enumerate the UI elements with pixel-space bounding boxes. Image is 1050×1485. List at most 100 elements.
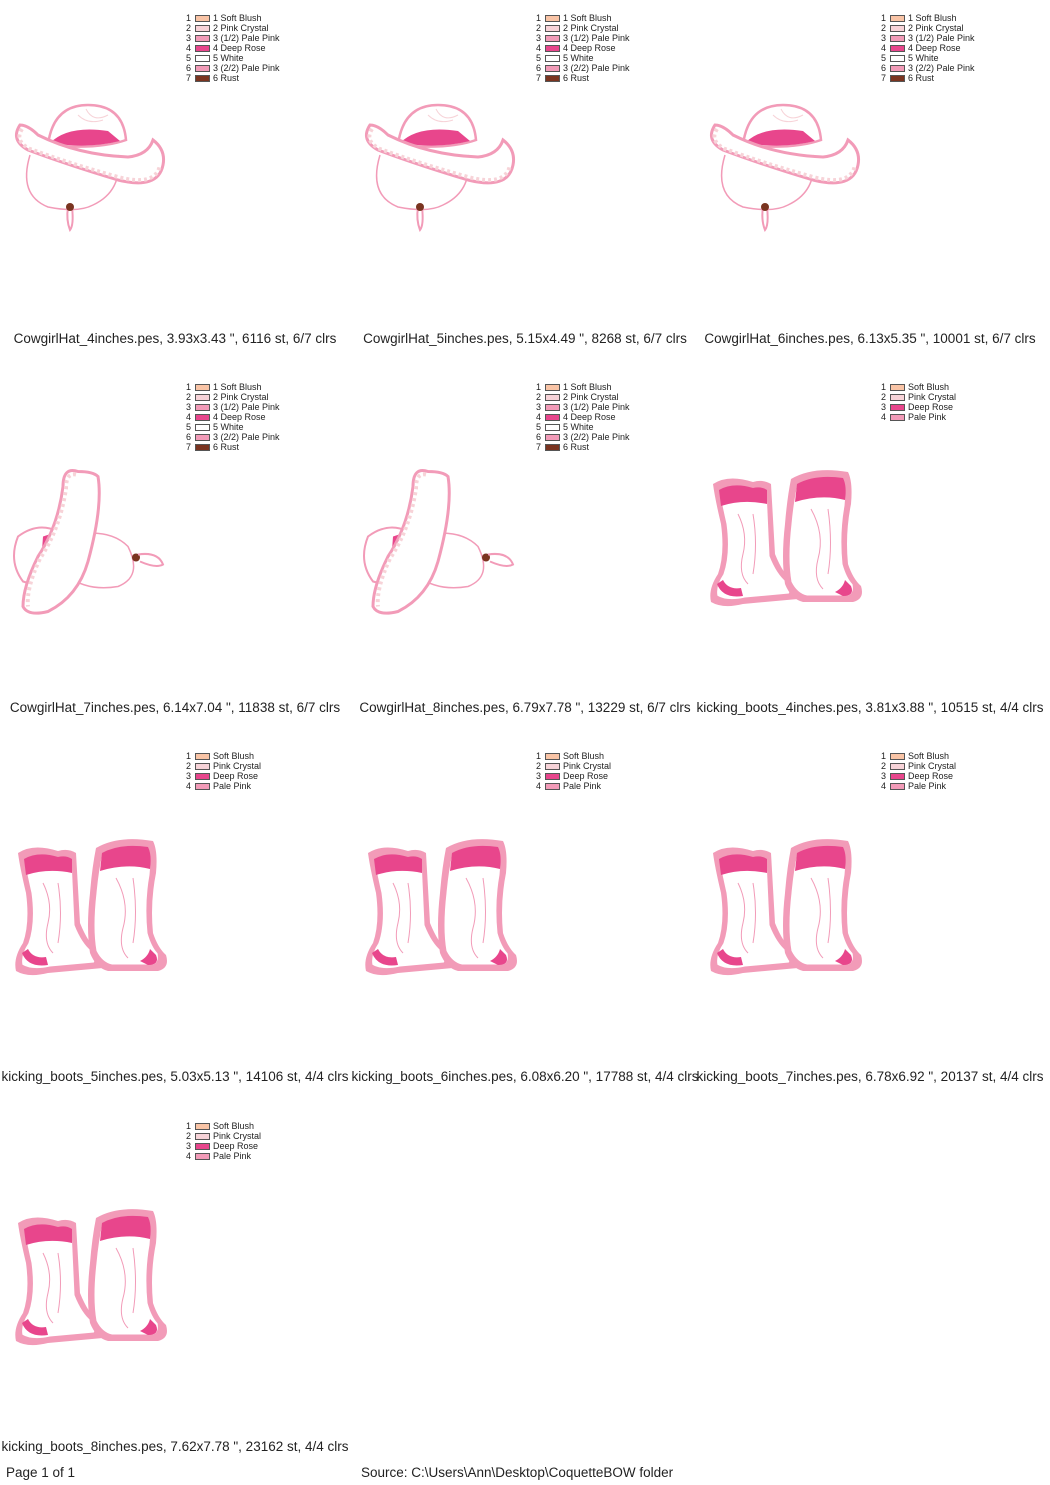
legend-number: 6 [186, 432, 192, 442]
hat-rotated-design-image [362, 468, 515, 616]
legend-label: 1 Soft Blush [563, 13, 612, 23]
legend-label: 3 (1/2) Pale Pink [563, 402, 630, 412]
color-swatch [890, 782, 905, 790]
legend-number: 4 [881, 412, 887, 422]
legend-row: 2 2 Pink Crystal [186, 23, 280, 33]
legend-row: 6 3 (2/2) Pale Pink [186, 432, 280, 442]
legend-row: 3 3 (1/2) Pale Pink [536, 33, 630, 43]
thread-legend: 1 1 Soft Blush 2 2 Pink Crystal 3 3 (1/2) Pal… [186, 382, 280, 452]
legend-label: Pale Pink [213, 781, 252, 791]
color-swatch [195, 1132, 210, 1140]
legend-row: 5 5 White [536, 422, 630, 432]
legend-number: 6 [536, 63, 542, 73]
color-swatch [195, 24, 210, 32]
legend-label: Deep Rose [213, 771, 259, 781]
color-swatch [195, 34, 210, 42]
color-swatch [890, 64, 905, 72]
legend-label: 2 Pink Crystal [213, 23, 269, 33]
legend-number: 5 [536, 53, 542, 63]
design-caption: CowgirlHat_7inches.pes, 6.14x7.04 ", 118… [9, 700, 341, 715]
legend-label: 3 (2/2) Pale Pink [563, 63, 630, 73]
legend-number: 5 [186, 53, 192, 63]
legend-number: 3 [186, 33, 192, 43]
legend-number: 5 [881, 53, 887, 63]
legend-number: 7 [536, 442, 542, 452]
legend-number: 1 [186, 382, 192, 392]
thread-legend: 1 Soft Blush 2 Pink Crystal 3 Deep Rose 4 Pale … [186, 751, 261, 791]
color-swatch [195, 423, 210, 431]
legend-number: 1 [536, 382, 542, 392]
legend-row: 3 Deep Rose [536, 771, 611, 781]
color-swatch [195, 1152, 210, 1160]
boots-design-image [14, 838, 168, 976]
design-caption: CowgirlHat_8inches.pes, 6.79x7.78 ", 132… [359, 700, 691, 715]
color-swatch [195, 762, 210, 770]
legend-label: 3 (2/2) Pale Pink [213, 432, 280, 442]
color-swatch [195, 772, 210, 780]
design-caption: kicking_boots_7inches.pes, 6.78x6.92 ", … [696, 1069, 1044, 1084]
legend-number: 3 [881, 33, 887, 43]
legend-row: 3 Deep Rose [186, 1141, 261, 1151]
legend-row: 5 5 White [186, 422, 280, 432]
color-swatch [545, 772, 560, 780]
legend-label: Pink Crystal [213, 761, 262, 771]
design-cell: 1 Soft Blush 2 Pink Crystal 3 Deep Rose 4 Pale … [0, 1108, 350, 1477]
color-swatch [195, 1122, 210, 1130]
color-swatch [545, 423, 560, 431]
legend-label: 3 (2/2) Pale Pink [563, 432, 630, 442]
thread-legend: 1 Soft Blush 2 Pink Crystal 3 Deep Rose 4 Pale … [881, 382, 956, 422]
legend-row: 5 5 White [881, 53, 975, 63]
legend-number: 4 [536, 781, 542, 791]
legend-number: 2 [881, 23, 887, 33]
color-swatch [890, 54, 905, 62]
legend-label: Pale Pink [213, 1151, 252, 1161]
design-cell: 1 Soft Blush 2 Pink Crystal 3 Deep Rose 4 Pale … [350, 738, 700, 1107]
color-swatch [890, 762, 905, 770]
legend-label: Soft Blush [563, 751, 605, 761]
color-swatch [195, 443, 210, 451]
color-swatch [545, 14, 560, 22]
design-cell: 1 1 Soft Blush 2 2 Pink Crystal 3 3 (1/2) Pal… [0, 369, 350, 738]
color-swatch [545, 44, 560, 52]
legend-row: 4 4 Deep Rose [881, 43, 975, 53]
legend-number: 2 [881, 761, 887, 771]
legend-row: 4 4 Deep Rose [186, 412, 280, 422]
legend-label: 5 White [563, 53, 594, 63]
legend-number: 2 [186, 23, 192, 33]
color-swatch [195, 44, 210, 52]
legend-number: 1 [186, 751, 192, 761]
legend-row: 7 6 Rust [881, 73, 975, 83]
legend-label: 6 Rust [213, 73, 240, 83]
legend-row: 6 3 (2/2) Pale Pink [881, 63, 975, 73]
legend-number: 3 [881, 771, 887, 781]
legend-row: 1 Soft Blush [881, 382, 956, 392]
legend-number: 3 [186, 402, 192, 412]
legend-row: 2 2 Pink Crystal [881, 23, 975, 33]
design-caption: kicking_boots_4inches.pes, 3.81x3.88 ", … [696, 700, 1044, 715]
legend-row: 3 3 (1/2) Pale Pink [186, 402, 280, 412]
legend-label: 1 Soft Blush [213, 382, 262, 392]
legend-row: 6 3 (2/2) Pale Pink [536, 63, 630, 73]
legend-label: 1 Soft Blush [908, 13, 957, 23]
legend-label: 5 White [908, 53, 939, 63]
legend-row: 1 1 Soft Blush [536, 382, 630, 392]
color-swatch [545, 762, 560, 770]
legend-row: 4 Pale Pink [186, 1151, 261, 1161]
legend-number: 2 [536, 761, 542, 771]
thread-legend: 1 Soft Blush 2 Pink Crystal 3 Deep Rose 4 Pale … [881, 751, 956, 791]
boots-design-image [709, 469, 863, 607]
design-caption: kicking_boots_6inches.pes, 6.08x6.20 ", … [351, 1069, 699, 1084]
legend-row: 4 4 Deep Rose [186, 43, 280, 53]
legend-number: 1 [536, 13, 542, 23]
legend-number: 5 [536, 422, 542, 432]
color-swatch [195, 54, 210, 62]
legend-number: 2 [186, 761, 192, 771]
legend-number: 4 [186, 43, 192, 53]
legend-label: 6 Rust [213, 442, 240, 452]
design-cell: 1 Soft Blush 2 Pink Crystal 3 Deep Rose 4 Pale … [695, 738, 1045, 1107]
legend-label: 4 Deep Rose [563, 43, 616, 53]
legend-number: 4 [536, 412, 542, 422]
color-swatch [545, 752, 560, 760]
legend-label: Deep Rose [213, 1141, 259, 1151]
color-swatch [195, 64, 210, 72]
